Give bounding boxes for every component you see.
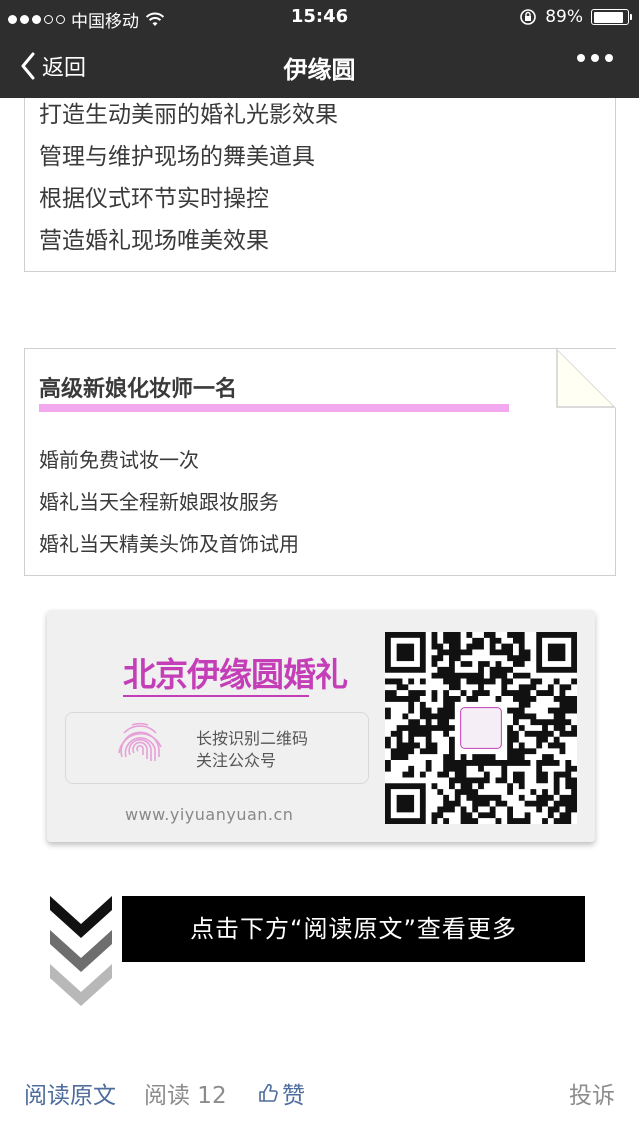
makeup-heading: 高级新娘化妆师一名 xyxy=(39,377,238,402)
battery-percent: 89% xyxy=(545,7,583,27)
qr-code[interactable] xyxy=(385,632,577,824)
read-original-link[interactable]: 阅读原文 xyxy=(24,1076,116,1110)
service-line: 营造婚礼现场唯美效果 xyxy=(39,228,269,254)
like-button[interactable]: 赞 xyxy=(258,1076,305,1110)
website-url: www.yiyuanyuan.cn xyxy=(125,805,294,824)
page-fold-icon xyxy=(556,347,617,409)
brand-underline xyxy=(123,695,309,697)
scan-hint-line2: 关注公众号 xyxy=(196,751,277,770)
service-line: 管理与维护现场的舞美道具 xyxy=(39,144,315,170)
report-link[interactable]: 投诉 xyxy=(569,1076,615,1110)
qr-promo-card[interactable]: 北京伊缘圆婚礼 长按识别二维码 关注公众号 www.yiyuanyuan.cn xyxy=(47,610,595,842)
battery-icon xyxy=(591,9,632,25)
heading-underline xyxy=(39,404,509,412)
service-line: 打造生动美丽的婚礼光影效果 xyxy=(39,102,338,128)
nav-bar: 返回 伊缘圆 xyxy=(0,34,639,98)
status-bar: 中国移动 15:46 89% xyxy=(0,0,639,34)
brand-logo-text: 北京伊缘圆婚礼 xyxy=(123,655,348,694)
makeup-item: 婚礼当天全程新娘跟妆服务 xyxy=(39,490,279,514)
read-original-banner: 点击下方“阅读原文”查看更多 xyxy=(122,896,585,962)
article-footer: 阅读原文 阅读 12 赞 投诉 xyxy=(0,1070,639,1116)
rotation-lock-icon xyxy=(520,9,537,25)
battery-fill xyxy=(593,11,623,23)
makeup-item: 婚前免费试妆一次 xyxy=(39,448,199,472)
makeup-items: 婚前免费试妆一次 婚礼当天全程新娘跟妆服务 婚礼当天精美头饰及首饰试用 xyxy=(39,439,299,565)
service-line: 根据仪式环节实时操控 xyxy=(39,186,269,212)
scan-hint-box: 长按识别二维码 关注公众号 xyxy=(65,712,369,784)
scan-hint-text: 长按识别二维码 关注公众号 xyxy=(196,728,308,772)
thumbs-up-icon xyxy=(259,1083,278,1102)
scan-hint-line1: 长按识别二维码 xyxy=(196,729,309,748)
fingerprint-icon xyxy=(118,722,162,761)
qr-logo xyxy=(460,707,502,749)
makeup-card: 高级新娘化妆师一名 婚前免费试妆一次 婚礼当天全程新娘跟妆服务 婚礼当天精美头饰… xyxy=(24,347,617,576)
status-right: 89% xyxy=(519,7,632,27)
services-card: 打造生动美丽的婚礼光影效果 管理与维护现场的舞美道具 根据仪式环节实时操控 营造… xyxy=(24,98,616,272)
makeup-item: 婚礼当天精美头饰及首饰试用 xyxy=(39,532,299,556)
like-label: 赞 xyxy=(282,1083,305,1109)
more-button[interactable] xyxy=(577,54,613,62)
page-title: 伊缘圆 xyxy=(283,56,356,84)
read-count: 阅读 12 xyxy=(144,1083,227,1109)
chevron-down-icon xyxy=(50,896,112,1006)
